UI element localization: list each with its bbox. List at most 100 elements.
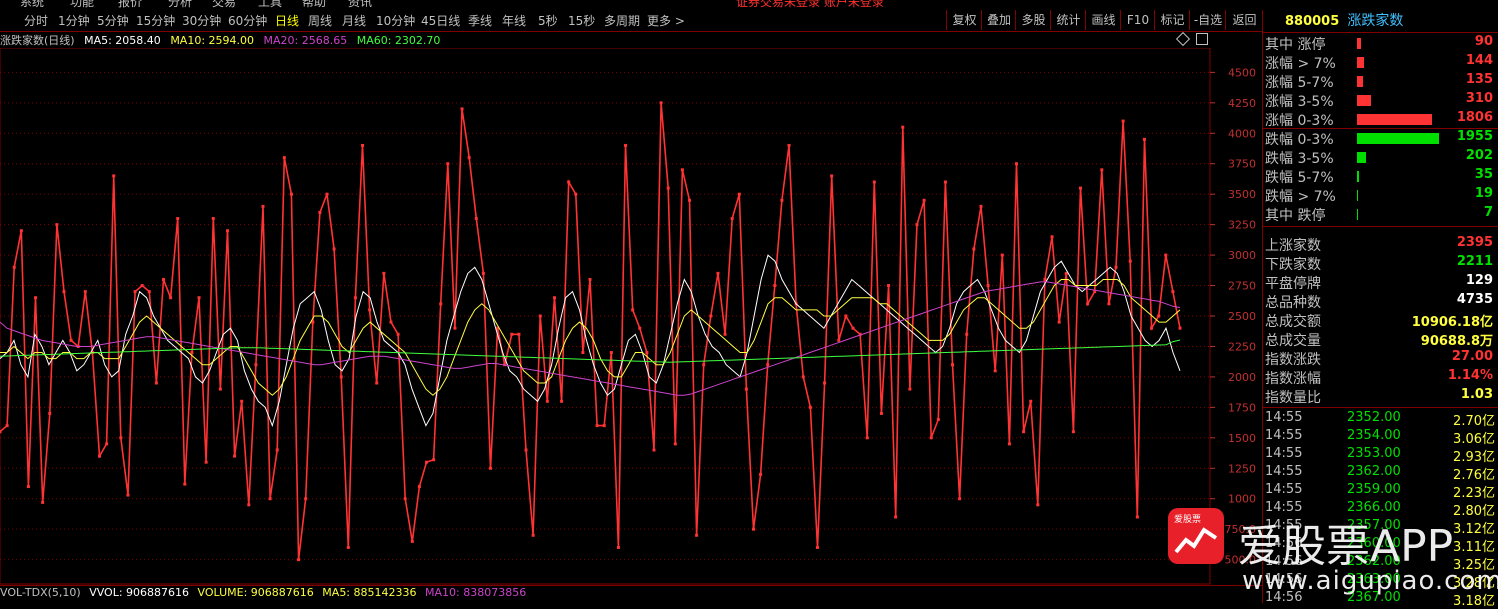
tick-time: 14:55 [1265, 446, 1303, 461]
data-point [432, 458, 436, 462]
tool-button[interactable]: 多股 [1015, 10, 1051, 30]
panel-toggle-icon[interactable] [1196, 33, 1208, 45]
dist-value: 1806 [1456, 110, 1493, 125]
data-point [55, 223, 59, 227]
data-point [282, 156, 286, 160]
data-point [382, 271, 386, 275]
tool-button[interactable]: 返回 [1225, 10, 1263, 30]
watermark: 爱股票 爱股票APP www.aigupiao.com [1168, 508, 1498, 603]
data-point [368, 308, 372, 312]
data-point [460, 107, 464, 111]
dist-row: 跌幅 5-7% 35 [1265, 167, 1497, 186]
period-tab[interactable]: 更多 > [647, 12, 685, 29]
data-point [837, 338, 841, 342]
data-point [1157, 314, 1161, 318]
y-tick-label: 4250 [1228, 97, 1256, 110]
period-tab[interactable]: 15分钟 [136, 12, 175, 29]
stock-name: 涨跌家数 [1347, 13, 1404, 29]
period-tab[interactable]: 分时 [24, 12, 48, 29]
menu-item[interactable]: 资讯 [348, 0, 372, 10]
dist-bar [1357, 76, 1363, 87]
tool-button[interactable]: 统计 [1050, 10, 1086, 30]
data-point [98, 454, 102, 458]
period-tab[interactable]: 季线 [468, 12, 492, 29]
period-tab[interactable]: 45日线 [421, 12, 460, 29]
menu-item[interactable]: 工具 [258, 0, 282, 10]
period-tab[interactable]: 多周期 [604, 12, 640, 29]
volume-indicator-name: VOL-TDX(5,10) [0, 586, 81, 599]
period-tab[interactable]: 5分钟 [97, 12, 129, 29]
data-point [659, 101, 663, 105]
y-tick-label: 1500 [1228, 432, 1256, 445]
tool-button[interactable]: 画线 [1085, 10, 1121, 30]
data-point [1015, 162, 1019, 166]
menu-item[interactable]: 功能 [70, 0, 94, 10]
data-point [588, 277, 592, 281]
period-tab[interactable]: 10分钟 [376, 12, 415, 29]
data-point [567, 180, 571, 184]
watermark-logo-icon: 爱股票 [1168, 508, 1224, 564]
data-point [979, 204, 983, 208]
menu-item[interactable]: 帮助 [302, 0, 326, 10]
stat-label: 总成交额 [1265, 314, 1321, 330]
expand-diamond-icon[interactable] [1175, 31, 1191, 47]
dist-value: 35 [1474, 167, 1493, 182]
data-point [353, 296, 357, 300]
dist-label: 涨幅 0-3% [1265, 113, 1334, 129]
tick-time: 14:55 [1265, 464, 1303, 479]
tool-button[interactable]: 标记 [1154, 10, 1190, 30]
period-tab[interactable]: 月线 [342, 12, 366, 29]
period-tab[interactable]: 30分钟 [182, 12, 221, 29]
tool-button[interactable]: F10 [1120, 10, 1155, 30]
period-tab[interactable]: 60分钟 [228, 12, 267, 29]
data-point [1121, 119, 1125, 123]
data-point [865, 436, 869, 440]
data-point [915, 223, 919, 227]
y-tick-label: 4000 [1228, 127, 1256, 140]
data-point [538, 314, 542, 318]
data-point [851, 326, 855, 330]
indicator-info: 涨跌家数(日线) MA5: 2058.40 MA10: 2594.00 MA20… [0, 32, 446, 48]
menu-item[interactable]: 分析 [168, 0, 192, 10]
menu-item[interactable]: 报价 [118, 0, 142, 10]
data-point [41, 500, 45, 504]
data-point [801, 375, 805, 379]
data-point [375, 381, 379, 385]
stat-row: 下跌家数 2211 [1265, 254, 1497, 273]
period-tab[interactable]: 5秒 [538, 12, 558, 29]
y-tick-label: 4500 [1228, 66, 1256, 79]
data-point [951, 363, 955, 367]
y-tick-label: 1750 [1228, 401, 1256, 414]
volume-info: VOL-TDX(5,10) VVOL: 906887616 VOLUME: 90… [0, 585, 1262, 602]
data-point [12, 265, 16, 269]
menu-item[interactable]: 系统 [20, 0, 44, 10]
period-tab[interactable]: 年线 [502, 12, 526, 29]
data-point [595, 424, 599, 428]
tool-button[interactable]: -自选 [1189, 10, 1226, 30]
tool-button[interactable]: 复权 [946, 10, 982, 30]
series-line [0, 102, 1181, 560]
period-tab[interactable]: 1分钟 [58, 12, 90, 29]
y-tick-label: 2000 [1228, 371, 1256, 384]
data-point [943, 180, 947, 184]
dist-label: 跌幅 5-7% [1265, 170, 1334, 186]
period-tab[interactable]: 日线 [275, 12, 299, 29]
data-point [240, 399, 244, 403]
period-tab[interactable]: 周线 [308, 12, 332, 29]
data-point [403, 497, 407, 501]
y-tick-label: 2250 [1228, 340, 1256, 353]
tick-amount: 2.76亿 [1453, 468, 1495, 483]
period-tab[interactable]: 15秒 [568, 12, 595, 29]
top-menu-bar: 系统 功能 报价 分析 交易 工具 帮助 资讯 证券交易未登录 账户未登录 [0, 0, 1498, 10]
data-point [34, 296, 38, 300]
main-chart[interactable]: 4500 4250 4000 3750 3500 3250 3000 2750 2500 2250… [0, 48, 1262, 588]
data-point [545, 399, 549, 403]
tool-button[interactable]: 叠加 [981, 10, 1016, 30]
menu-item[interactable]: 交易 [212, 0, 236, 10]
data-point [161, 277, 165, 281]
data-point [254, 363, 258, 367]
login-notice: 证券交易未登录 账户未登录 [736, 0, 884, 9]
data-point [275, 448, 279, 452]
data-point [112, 174, 116, 178]
data-point [396, 332, 400, 336]
